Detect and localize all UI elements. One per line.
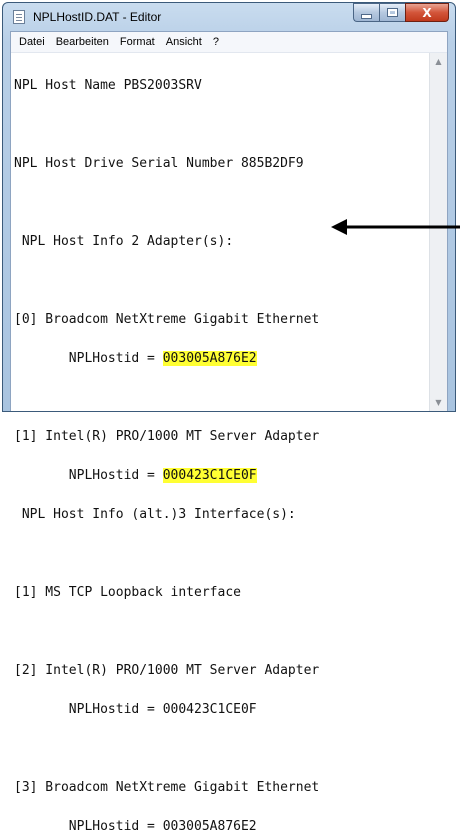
- menu-datei[interactable]: Datei: [14, 34, 51, 50]
- text-line: [14, 196, 319, 209]
- text-line: NPLHostid = 003005A876E2: [14, 819, 257, 832]
- text-line: [14, 274, 319, 287]
- chevron-down-icon: ▼: [435, 398, 442, 407]
- text-line: [2] Intel(R) PRO/1000 MT Server Adapter: [14, 663, 320, 678]
- text-line: [14, 547, 319, 560]
- scroll-down-button[interactable]: ▼: [430, 394, 447, 411]
- highlighted-hostid: 003005A876E2: [162, 351, 257, 366]
- scroll-up-button[interactable]: ▲: [430, 53, 447, 70]
- close-icon: X: [422, 5, 432, 20]
- arrow-left-icon: [331, 219, 460, 235]
- text-line: [3] Broadcom NetXtreme Gigabit Ethernet: [14, 780, 320, 795]
- maximize-button[interactable]: [379, 3, 405, 22]
- caption-buttons: X: [353, 3, 449, 23]
- text-line: NPL Host Drive Serial Number 885B2DF9: [14, 156, 304, 171]
- text-line: [1] Intel(R) PRO/1000 MT Server Adapter: [14, 429, 320, 444]
- minimize-button[interactable]: [353, 3, 379, 22]
- text-line-hostid-0: NPLHostid = 003005A876E2: [14, 351, 319, 366]
- text-line: NPLHostid = 000423C1CE0F: [14, 702, 257, 717]
- text-line: NPL Host Info 2 Adapter(s):: [14, 234, 234, 249]
- text-line: NPL Host Info (alt.)3 Interface(s):: [14, 507, 296, 522]
- title-bar[interactable]: NPLHostID.DAT - Editor X: [3, 3, 455, 31]
- notepad-window: NPLHostID.DAT - Editor X Datei Bearbeite…: [2, 2, 456, 832]
- window-title: NPLHostID.DAT - Editor: [33, 10, 162, 24]
- menu-ansicht[interactable]: Ansicht: [161, 34, 208, 50]
- notepad-app-icon: [13, 10, 25, 24]
- hostid-label: NPLHostid =: [14, 468, 163, 483]
- menu-bearbeiten[interactable]: Bearbeiten: [51, 34, 115, 50]
- text-line: [14, 118, 319, 131]
- text-line: [14, 742, 319, 755]
- maximize-icon: [387, 8, 398, 17]
- close-button[interactable]: X: [405, 3, 449, 22]
- menu-format[interactable]: Format: [115, 34, 161, 50]
- text-line: [14, 391, 319, 404]
- highlighted-hostid: 000423C1CE0F: [162, 468, 257, 483]
- text-line-hostid-1: NPLHostid = 000423C1CE0F: [14, 468, 319, 483]
- document-text: NPL Host Name PBS2003SRV NPL Host Drive …: [14, 53, 319, 832]
- menu-help[interactable]: ?: [208, 34, 225, 50]
- chevron-up-icon: ▲: [435, 57, 442, 66]
- menu-bar: Datei Bearbeiten Format Ansicht ?: [11, 32, 447, 53]
- text-line: [1] MS TCP Loopback interface: [14, 585, 241, 600]
- text-line: [14, 625, 319, 638]
- text-line: NPL Host Name PBS2003SRV: [14, 78, 202, 93]
- minimize-icon: [361, 13, 372, 19]
- hostid-label: NPLHostid =: [14, 351, 163, 366]
- text-line: [0] Broadcom NetXtreme Gigabit Ethernet: [14, 312, 320, 327]
